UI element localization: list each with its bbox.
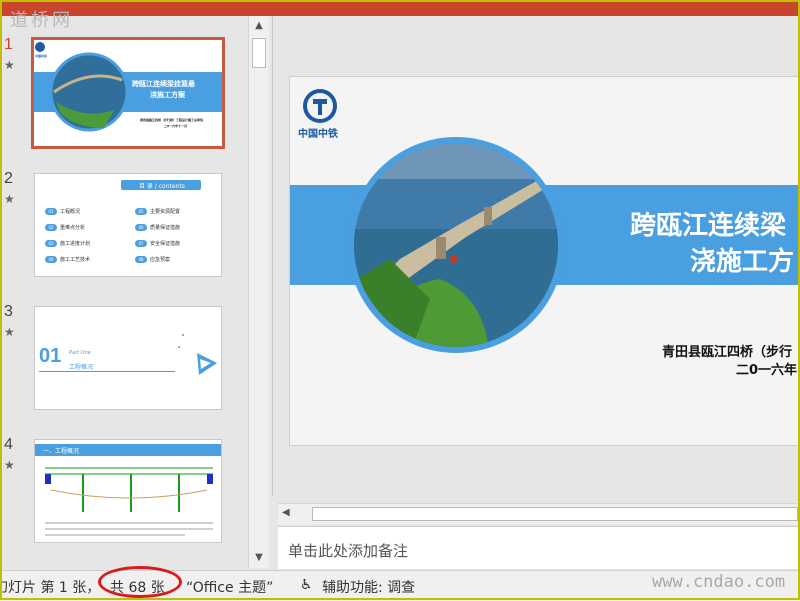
slide-number: 4 — [4, 436, 13, 453]
bridge-drawing — [45, 467, 213, 512]
thumbnail-preview[interactable]: 目 录 / contents 01 工程概况 02 重难点分析 03 施工进度计划 0… — [34, 173, 222, 277]
watermark-top: 道桥网 — [10, 10, 73, 31]
text-line — [45, 522, 213, 524]
toc-item: 07 安全保证措施 — [135, 240, 180, 247]
slide-number: 3 — [4, 303, 13, 320]
part-number: 01 — [39, 345, 62, 367]
part-label: Part One — [69, 350, 91, 356]
thumbnail-subtitle-line2: 二0一六年十一月 — [164, 124, 188, 128]
notes-placeholder[interactable]: 单击此处添加备注 — [288, 540, 408, 561]
toc-item: 02 重难点分析 — [45, 224, 85, 231]
text-line — [45, 528, 213, 530]
toc-item: 03 施工进度计划 — [45, 240, 90, 247]
highlight-circle — [98, 566, 182, 598]
toc-item: 08 应急预案 — [135, 256, 170, 263]
toc-item: 04 施工工艺技术 — [45, 256, 90, 263]
toc-item: 05 主要资源配置 — [135, 208, 180, 215]
thumbnail-title-line2: 浇施工方案 — [150, 92, 185, 99]
slide-thumbnail-4[interactable]: 4 ★ 一、工程概况 — [0, 436, 250, 546]
notes-pane[interactable]: 单击此处添加备注 — [278, 526, 800, 569]
scrollbar-thumb[interactable] — [312, 507, 798, 521]
current-slide[interactable]: 中国中铁 跨瓯江连续梁 浇施工方 青田县瓯江四桥（步行 二0一六年 — [289, 76, 800, 446]
toc-title: 目 录 / contents — [139, 183, 185, 190]
thumbnail-scrollbar[interactable]: ▲ ▼ — [248, 16, 269, 568]
watermark-bottom: www.cndao.com — [652, 572, 786, 592]
logo-text: 中国中铁 — [298, 129, 338, 140]
title-bar-accent — [0, 0, 800, 16]
slide-thumbnail-pane[interactable]: 1 ★ 跨瓯江连续梁挂篮悬 浇施工方案 青田县瓯江四桥（步行桥）工程设计施工总承… — [0, 16, 270, 568]
toc-item: 06 质量保证措施 — [135, 224, 180, 231]
horizontal-scrollbar[interactable]: ◀ — [278, 503, 800, 524]
slide-subtitle-line1[interactable]: 青田县瓯江四桥（步行 — [662, 341, 792, 360]
slide-header: 一、工程概况 — [43, 448, 80, 455]
theme-name: “Office 主题” — [186, 580, 274, 596]
accessibility-icon[interactable]: ♿ — [300, 577, 313, 593]
slide-title-line2[interactable]: 浇施工方 — [690, 241, 794, 278]
part-title: 工程概况 — [69, 364, 94, 371]
slide-number: 2 — [4, 170, 13, 187]
animation-star-icon: ★ — [4, 58, 15, 72]
thumbnail-preview[interactable]: 一、工程概况 — [34, 439, 222, 543]
thumbnail-title-line1: 跨瓯江连续梁挂篮悬 — [132, 81, 195, 88]
slide-number: 1 — [4, 36, 13, 53]
text-line — [45, 534, 185, 536]
scroll-left-arrow-icon[interactable]: ◀ — [282, 507, 290, 518]
slide-thumbnail-2[interactable]: 2 ★ 目 录 / contents 01 工程概况 02 重难点分析 03 施工进度… — [0, 170, 250, 280]
thumbnail-1-art — [34, 42, 222, 132]
accessibility-status[interactable]: 辅助功能: 调查 — [322, 577, 415, 597]
triangle-decoration — [178, 334, 217, 375]
thumbnail-preview[interactable]: 跨瓯江连续梁挂篮悬 浇施工方案 青田县瓯江四桥（步行桥）工程设计施工总承包 二0… — [31, 37, 225, 149]
slide-title-line1[interactable]: 跨瓯江连续梁 — [630, 205, 786, 242]
part-underline — [39, 371, 175, 372]
bridge-photo-circle — [348, 137, 564, 353]
scroll-down-arrow-icon[interactable]: ▼ — [251, 550, 267, 566]
slide-thumbnail-3[interactable]: 3 ★ 01 Part One 工程概况 — [0, 303, 250, 413]
china-railway-logo-icon — [303, 89, 337, 123]
animation-star-icon: ★ — [4, 458, 15, 472]
slide-subtitle-line2[interactable]: 二0一六年 — [736, 359, 797, 378]
scrollbar-thumb[interactable] — [252, 38, 266, 68]
thumbnail-subtitle-line1: 青田县瓯江四桥（步行桥）工程设计施工总承包 — [140, 118, 204, 122]
toc-item: 01 工程概况 — [45, 208, 80, 215]
scroll-up-arrow-icon[interactable]: ▲ — [251, 18, 267, 34]
slide-thumbnail-1[interactable]: 1 ★ 跨瓯江连续梁挂篮悬 浇施工方案 青田县瓯江四桥（步行桥）工程设计施工总承… — [0, 36, 250, 156]
slide-editing-area[interactable]: 中国中铁 跨瓯江连续梁 浇施工方 青田县瓯江四桥（步行 二0一六年 — [272, 16, 800, 496]
animation-star-icon: ★ — [4, 325, 15, 339]
thumbnail-preview[interactable]: 01 Part One 工程概况 — [34, 306, 222, 410]
animation-star-icon: ★ — [4, 192, 15, 206]
thumbnail-logo-text: 中国中铁 — [35, 54, 48, 58]
slide-position: 幻灯片 第 1 张， — [0, 580, 101, 596]
